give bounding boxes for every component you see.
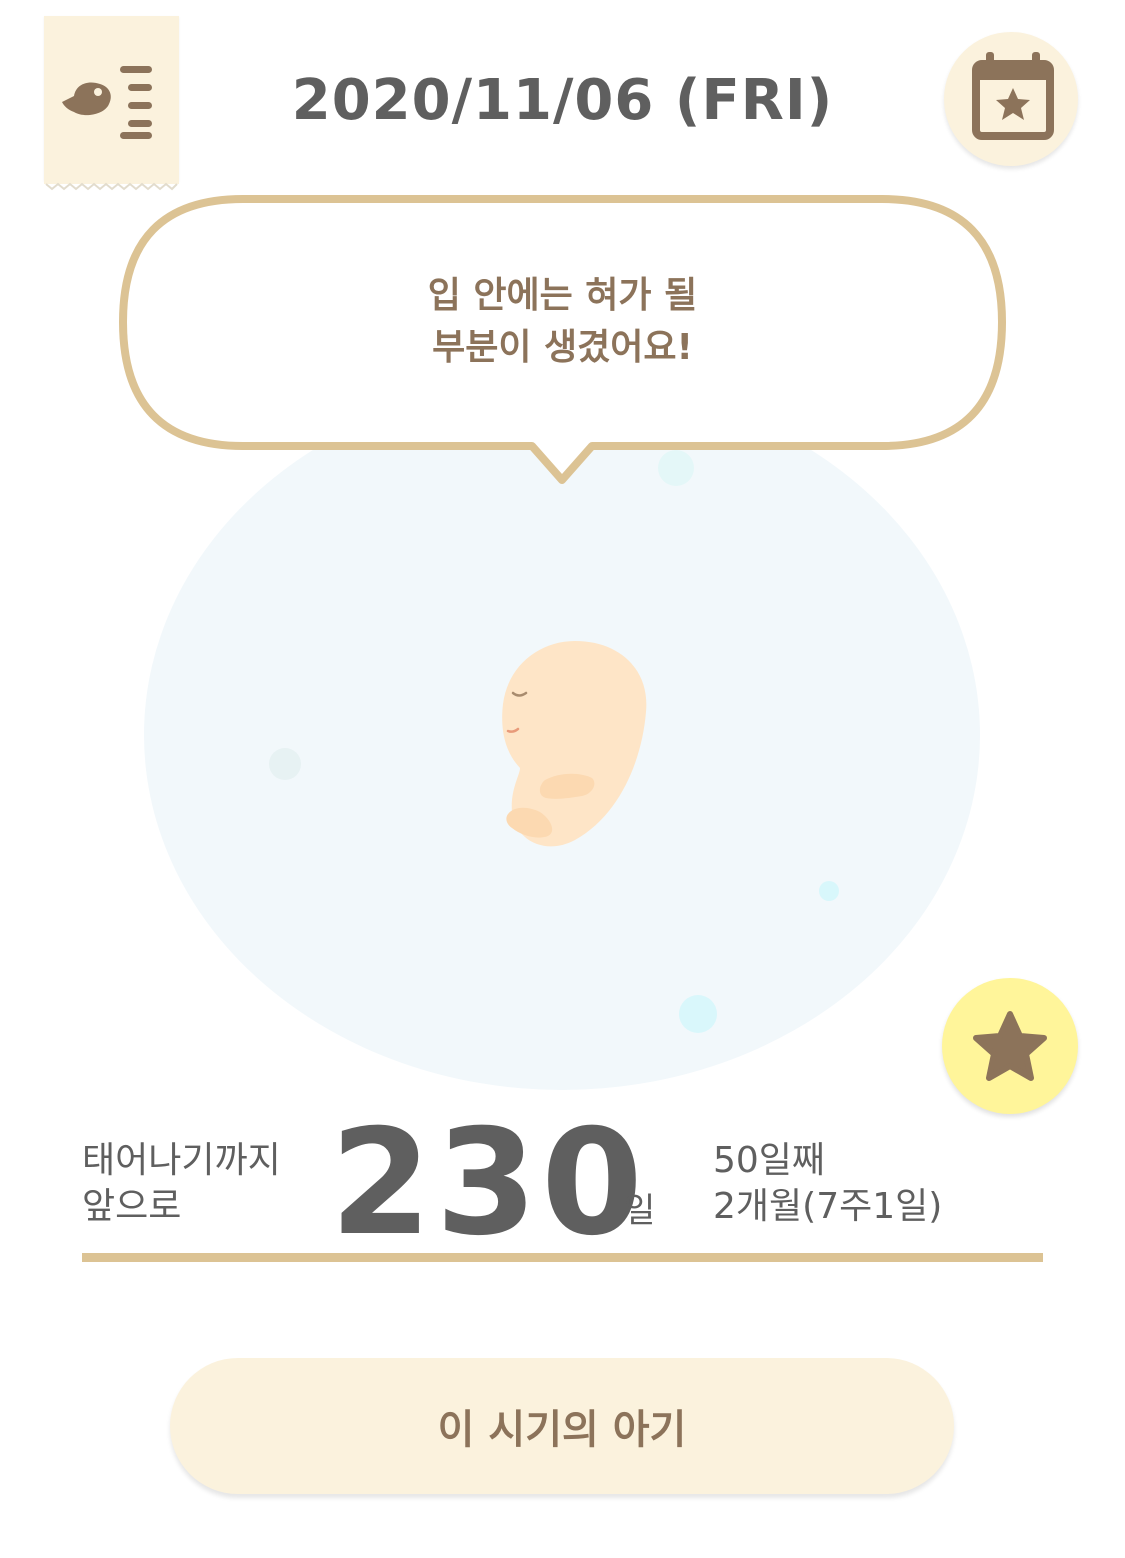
embryo-scene <box>119 195 1006 1090</box>
star-icon <box>973 1011 1047 1081</box>
countdown-label-line-2: 앞으로 <box>82 1186 182 1227</box>
floating-bubble <box>269 748 301 780</box>
day-count: 50일째 <box>713 1140 826 1181</box>
month-week: 2개월(7주1일) <box>713 1186 943 1227</box>
countdown-label-line-1: 태어나기까지 <box>82 1140 281 1181</box>
countdown-label: 태어나기까지 앞으로 <box>82 1138 281 1230</box>
bubble-line-2: 부분이 생겼어요! <box>432 327 693 368</box>
floating-bubble <box>819 881 839 901</box>
bubble-line-1: 입 안에는 혀가 될 <box>427 275 698 316</box>
days-unit: 일 <box>624 1191 656 1231</box>
floating-bubble <box>679 995 717 1033</box>
favorite-button[interactable] <box>942 978 1078 1114</box>
floating-bubble <box>658 450 694 486</box>
speech-bubble-text: 입 안에는 혀가 될 부분이 생겼어요! <box>160 270 965 374</box>
divider <box>82 1253 1043 1262</box>
baby-this-period-button[interactable]: 이 시기의 아기 <box>170 1358 954 1494</box>
pregnancy-progress: 50일째 2개월(7주1일) <box>713 1138 942 1230</box>
days-remaining: 230 <box>330 1098 647 1268</box>
